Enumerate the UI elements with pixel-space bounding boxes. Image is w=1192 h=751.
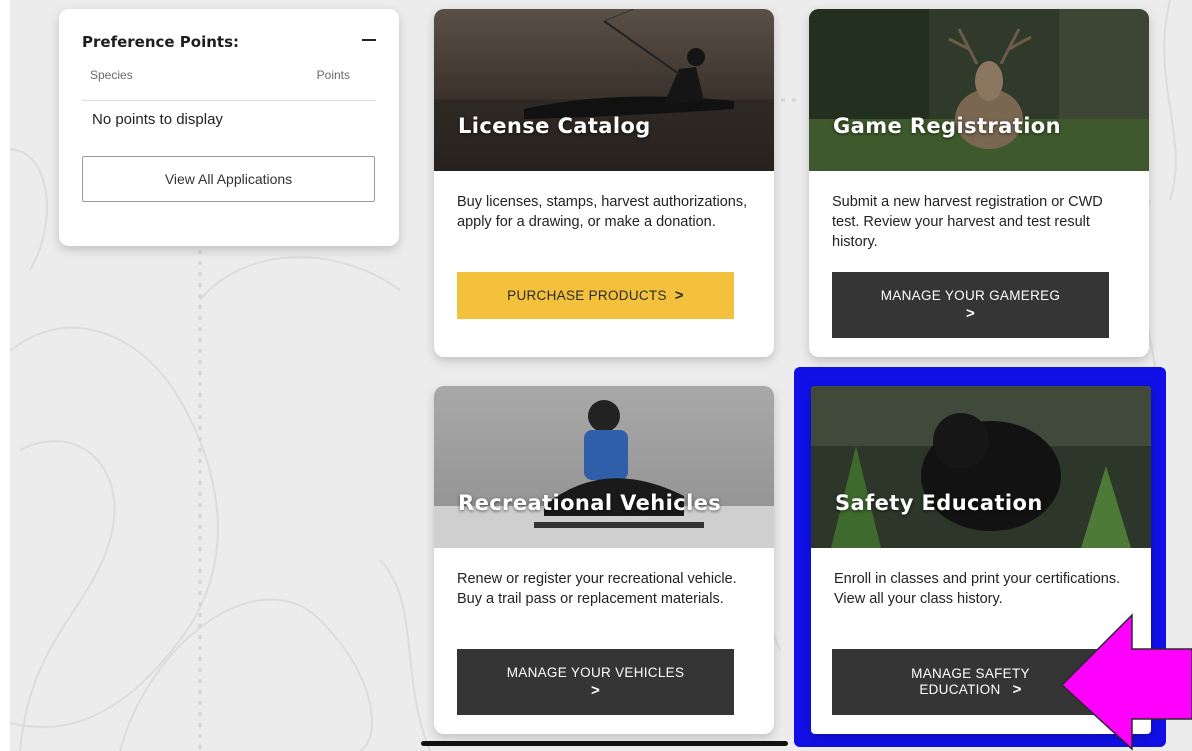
points-column-header: Points bbox=[316, 68, 350, 82]
manage-vehicles-button[interactable]: MANAGE YOUR VEHICLES > bbox=[457, 649, 734, 715]
safety-education-image bbox=[811, 386, 1151, 548]
license-catalog-title: License Catalog bbox=[458, 114, 651, 138]
home-indicator bbox=[421, 741, 788, 746]
divider bbox=[82, 100, 376, 101]
minus-icon bbox=[362, 39, 376, 41]
safety-education-title: Safety Education bbox=[835, 491, 1043, 515]
preference-points-panel: Preference Points: Species Points No poi… bbox=[59, 9, 399, 246]
license-catalog-description: Buy licenses, stamps, harvest authorizat… bbox=[457, 194, 748, 230]
manage-safety-education-label-2: EDUCATION bbox=[919, 682, 1001, 697]
game-registration-description: Submit a new harvest registration or CWD… bbox=[832, 194, 1103, 250]
chevron-right-icon: > bbox=[590, 682, 601, 699]
chevron-right-icon: > bbox=[1012, 681, 1022, 698]
view-all-applications-button[interactable]: View All Applications bbox=[82, 156, 375, 202]
manage-gamereg-label: MANAGE YOUR GAMEREG bbox=[880, 288, 1061, 303]
license-catalog-card: License Catalog Buy licenses, stamps, ha… bbox=[434, 9, 774, 357]
game-registration-image bbox=[809, 9, 1149, 171]
left-edge-strip bbox=[0, 0, 10, 751]
game-registration-card: Game Registration Submit a new harvest r… bbox=[809, 9, 1149, 357]
manage-gamereg-button[interactable]: MANAGE YOUR GAMEREG > bbox=[832, 272, 1109, 338]
chevron-right-icon: > bbox=[965, 305, 976, 322]
purchase-products-label: PURCHASE PRODUCTS bbox=[507, 288, 667, 303]
empty-message: No points to display bbox=[92, 111, 223, 128]
species-column-header: Species bbox=[90, 68, 133, 82]
manage-safety-education-label-2-row: EDUCATION > bbox=[919, 681, 1021, 698]
recreational-vehicles-description: Renew or register your recreational vehi… bbox=[457, 571, 737, 607]
preference-points-title: Preference Points: bbox=[82, 33, 240, 51]
magenta-pointer-arrow-icon bbox=[1060, 613, 1192, 751]
license-catalog-image bbox=[434, 9, 774, 171]
manage-safety-education-label-1: MANAGE SAFETY bbox=[911, 666, 1030, 681]
chevron-right-icon: > bbox=[674, 287, 684, 304]
manage-vehicles-label: MANAGE YOUR VEHICLES bbox=[506, 665, 685, 680]
recreational-vehicles-image bbox=[434, 386, 774, 548]
preference-table-header: Species Points bbox=[90, 68, 350, 82]
safety-education-description: Enroll in classes and print your certifi… bbox=[834, 571, 1121, 607]
collapse-button[interactable] bbox=[359, 30, 379, 50]
game-registration-title: Game Registration bbox=[833, 114, 1061, 138]
recreational-vehicles-title: Recreational Vehicles bbox=[458, 491, 722, 515]
purchase-products-button[interactable]: PURCHASE PRODUCTS > bbox=[457, 272, 734, 319]
